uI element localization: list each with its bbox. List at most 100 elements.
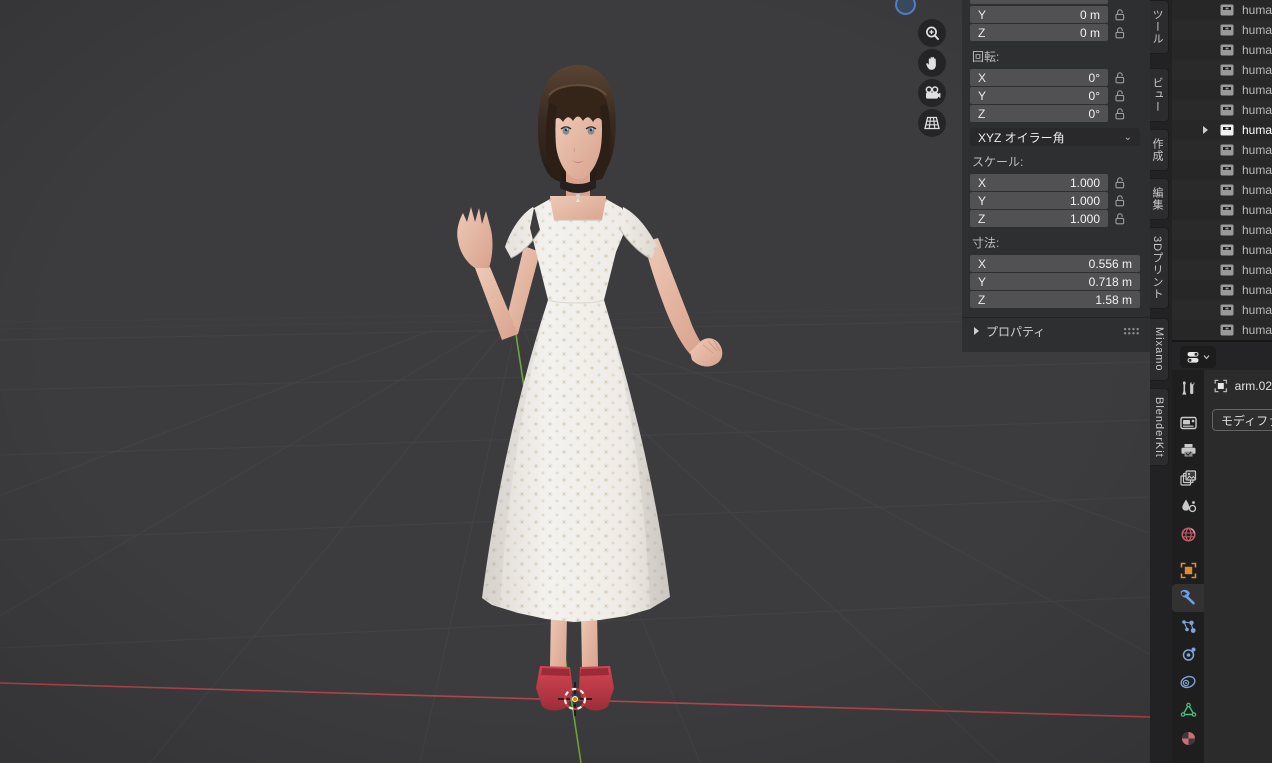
lock-icon[interactable] xyxy=(1108,212,1132,225)
sidebar-tab-2[interactable]: ビュー xyxy=(1150,68,1169,122)
sidebar-tab-6[interactable]: Mixamo xyxy=(1150,318,1169,381)
tab-material[interactable] xyxy=(1172,724,1204,752)
object-data-block-icon xyxy=(1220,264,1234,276)
outliner-item[interactable]: human xyxy=(1172,220,1272,240)
scale-field-x[interactable]: X 1.000 xyxy=(970,174,1108,191)
breadcrumb[interactable]: arm.02 xyxy=(1214,379,1272,393)
lock-icon[interactable] xyxy=(1108,71,1132,84)
character-model[interactable] xyxy=(457,64,723,711)
outliner-item[interactable]: human xyxy=(1172,20,1272,40)
tab-modifiers[interactable] xyxy=(1172,584,1204,612)
location-row-z: Z0 m xyxy=(970,24,1142,41)
properties-subpanel-header[interactable]: プロパティ xyxy=(970,318,1142,344)
object-data-block-icon xyxy=(1220,104,1234,116)
hand-icon xyxy=(925,56,936,70)
outliner-item[interactable]: human xyxy=(1172,240,1272,260)
rotation-field-x[interactable]: X 0° xyxy=(970,69,1108,86)
outliner-item[interactable]: human xyxy=(1172,160,1272,180)
outliner-item[interactable]: human xyxy=(1172,280,1272,300)
object-data-block-icon xyxy=(1220,4,1234,16)
camera-view-button[interactable] xyxy=(918,79,946,107)
tab-tool[interactable] xyxy=(1172,374,1204,402)
sidebar-tab-3[interactable]: 作成 xyxy=(1150,129,1169,171)
tab-physics[interactable] xyxy=(1172,640,1204,668)
dimension-row-z: Z 1.58 m xyxy=(970,291,1142,308)
tab-render[interactable] xyxy=(1172,408,1204,436)
properties-tabs xyxy=(1172,370,1204,763)
location-x-field-partial[interactable] xyxy=(970,0,1108,4)
properties-editor-icon xyxy=(1187,351,1198,363)
physics-icon xyxy=(1182,647,1195,661)
location-field-z[interactable]: Z0 m xyxy=(970,24,1108,41)
outliner-item[interactable]: human xyxy=(1172,320,1272,340)
outliner-item[interactable]: human xyxy=(1172,140,1272,160)
dimension-field-x[interactable]: X 0.556 m xyxy=(970,255,1140,272)
rotation-label: 回転: xyxy=(972,50,1000,64)
zoom-button[interactable] xyxy=(918,19,946,47)
outliner-item-selected[interactable]: human xyxy=(1172,120,1272,140)
object-data-icon xyxy=(1180,702,1196,717)
dimension-row-x: X 0.556 m xyxy=(970,255,1142,272)
tab-object[interactable] xyxy=(1172,556,1204,584)
object-data-block-icon xyxy=(1220,304,1234,316)
blender-window: Y0 mZ0 m 回転: X 0° Y 0° Z 0° XYZ オイラー角 ⌄ スケール:… xyxy=(0,0,1272,763)
view-layer-icon xyxy=(1179,470,1196,486)
magnifier-icon xyxy=(925,26,939,40)
outliner-item[interactable]: human xyxy=(1172,300,1272,320)
expand-arrow-icon[interactable] xyxy=(1203,126,1208,134)
object-data-block-icon xyxy=(1220,124,1234,136)
sidebar-tab-5[interactable]: 3Dプリント xyxy=(1150,227,1169,310)
properties-editor-header xyxy=(1172,340,1272,372)
outliner-item[interactable]: human xyxy=(1172,80,1272,100)
constraints-icon xyxy=(1180,675,1196,689)
lock-icon[interactable] xyxy=(1108,89,1132,102)
outliner: humanhumanhumanhumanhumanhumanhumanhuman… xyxy=(1172,0,1272,340)
object-data-block-icon xyxy=(1220,284,1234,296)
editor-type-dropdown[interactable] xyxy=(1180,346,1216,368)
sidebar-tab-4[interactable]: 編集 xyxy=(1150,178,1169,220)
dimension-field-y[interactable]: Y 0.718 m xyxy=(970,273,1140,290)
scale-field-z[interactable]: Z 1.000 xyxy=(970,210,1108,227)
outliner-item[interactable]: human xyxy=(1172,180,1272,200)
lock-icon[interactable] xyxy=(1108,194,1132,207)
rotation-fields: X 0° Y 0° Z 0° xyxy=(970,69,1142,122)
chevron-down-icon xyxy=(1203,355,1209,360)
lock-icon[interactable] xyxy=(1108,107,1132,120)
outliner-item[interactable]: human xyxy=(1172,60,1272,80)
outliner-item[interactable]: human xyxy=(1172,0,1272,20)
toggle-grid-button[interactable] xyxy=(918,109,946,137)
location-field-y[interactable]: Y0 m xyxy=(970,6,1108,23)
dimension-field-z[interactable]: Z 1.58 m xyxy=(970,291,1140,308)
chevron-down-icon: ⌄ xyxy=(1123,131,1132,143)
lock-icon[interactable] xyxy=(1108,176,1132,189)
lock-icon[interactable] xyxy=(1108,8,1132,21)
rotation-field-z[interactable]: Z 0° xyxy=(970,105,1108,122)
dress xyxy=(482,199,670,622)
tab-scene[interactable] xyxy=(1172,492,1204,520)
tab-constraints[interactable] xyxy=(1172,668,1204,696)
tab-particles[interactable] xyxy=(1172,612,1204,640)
scale-field-y[interactable]: Y 1.000 xyxy=(970,192,1108,209)
object-data-block-icon xyxy=(1220,324,1234,336)
rotation-field-y[interactable]: Y 0° xyxy=(970,87,1108,104)
sidebar-tab-1[interactable]: ツール xyxy=(1150,0,1169,54)
tab-world[interactable] xyxy=(1172,520,1204,548)
active-object-name: arm.02 xyxy=(1234,379,1272,393)
tab-output[interactable] xyxy=(1172,436,1204,464)
location-row-y: Y0 m xyxy=(970,6,1142,23)
scale-label: スケール: xyxy=(972,155,1024,169)
dimension-row-y: Y 0.718 m xyxy=(970,273,1142,290)
add-modifier-button[interactable]: モディファ xyxy=(1212,409,1272,431)
render-icon xyxy=(1179,416,1197,429)
tab-object-data[interactable] xyxy=(1172,696,1204,724)
rotation-mode-dropdown[interactable]: XYZ オイラー角 ⌄ xyxy=(970,128,1140,146)
lock-icon[interactable] xyxy=(1108,26,1132,39)
pan-button[interactable] xyxy=(918,49,946,77)
sidebar-tab-7[interactable]: BlenderKit xyxy=(1150,387,1169,467)
outliner-item[interactable]: human xyxy=(1172,40,1272,60)
drag-grip-icon[interactable] xyxy=(1123,327,1140,335)
outliner-item[interactable]: human xyxy=(1172,100,1272,120)
outliner-item[interactable]: human xyxy=(1172,200,1272,220)
outliner-item[interactable]: human xyxy=(1172,260,1272,280)
tab-view-layer[interactable] xyxy=(1172,464,1204,492)
